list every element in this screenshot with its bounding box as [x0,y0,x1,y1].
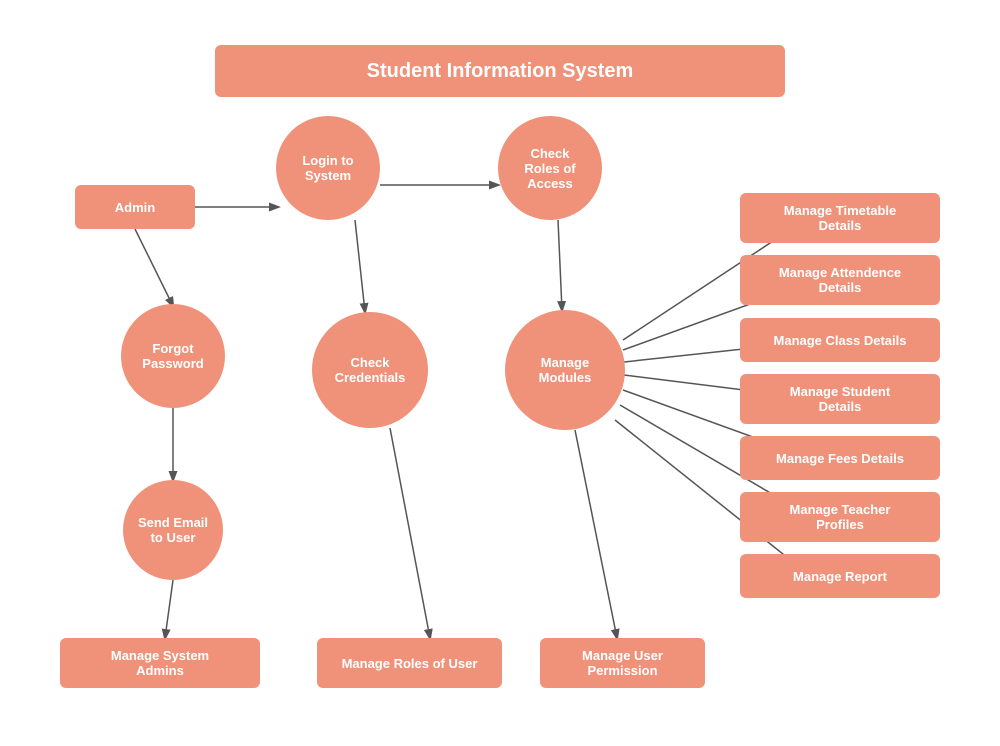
manage-fees-box: Manage Fees Details [740,436,940,480]
manage-report-box: Manage Report [740,554,940,598]
check-credentials-circle: Check Credentials [312,312,428,428]
title-text: Student Information System [367,60,634,83]
manage-roles-box: Manage Roles of User [317,638,502,688]
admin-box: Admin [75,185,195,229]
manage-student-box: Manage Student Details [740,374,940,424]
manage-timetable-box: Manage Timetable Details [740,193,940,243]
check-roles-circle: Check Roles of Access [498,116,602,220]
manage-teacher-box: Manage Teacher Profiles [740,492,940,542]
send-email-circle: Send Email to User [123,480,223,580]
manage-user-perm-box: Manage User Permission [540,638,705,688]
title-box: Student Information System [215,45,785,97]
login-circle: Login to System [276,116,380,220]
manage-class-box: Manage Class Details [740,318,940,362]
manage-sys-admins-box: Manage System Admins [60,638,260,688]
manage-attendance-box: Manage Attendence Details [740,255,940,305]
manage-modules-circle: Manage Modules [505,310,625,430]
diagram: Student Information System [0,0,1000,746]
forgot-password-circle: Forgot Password [121,304,225,408]
